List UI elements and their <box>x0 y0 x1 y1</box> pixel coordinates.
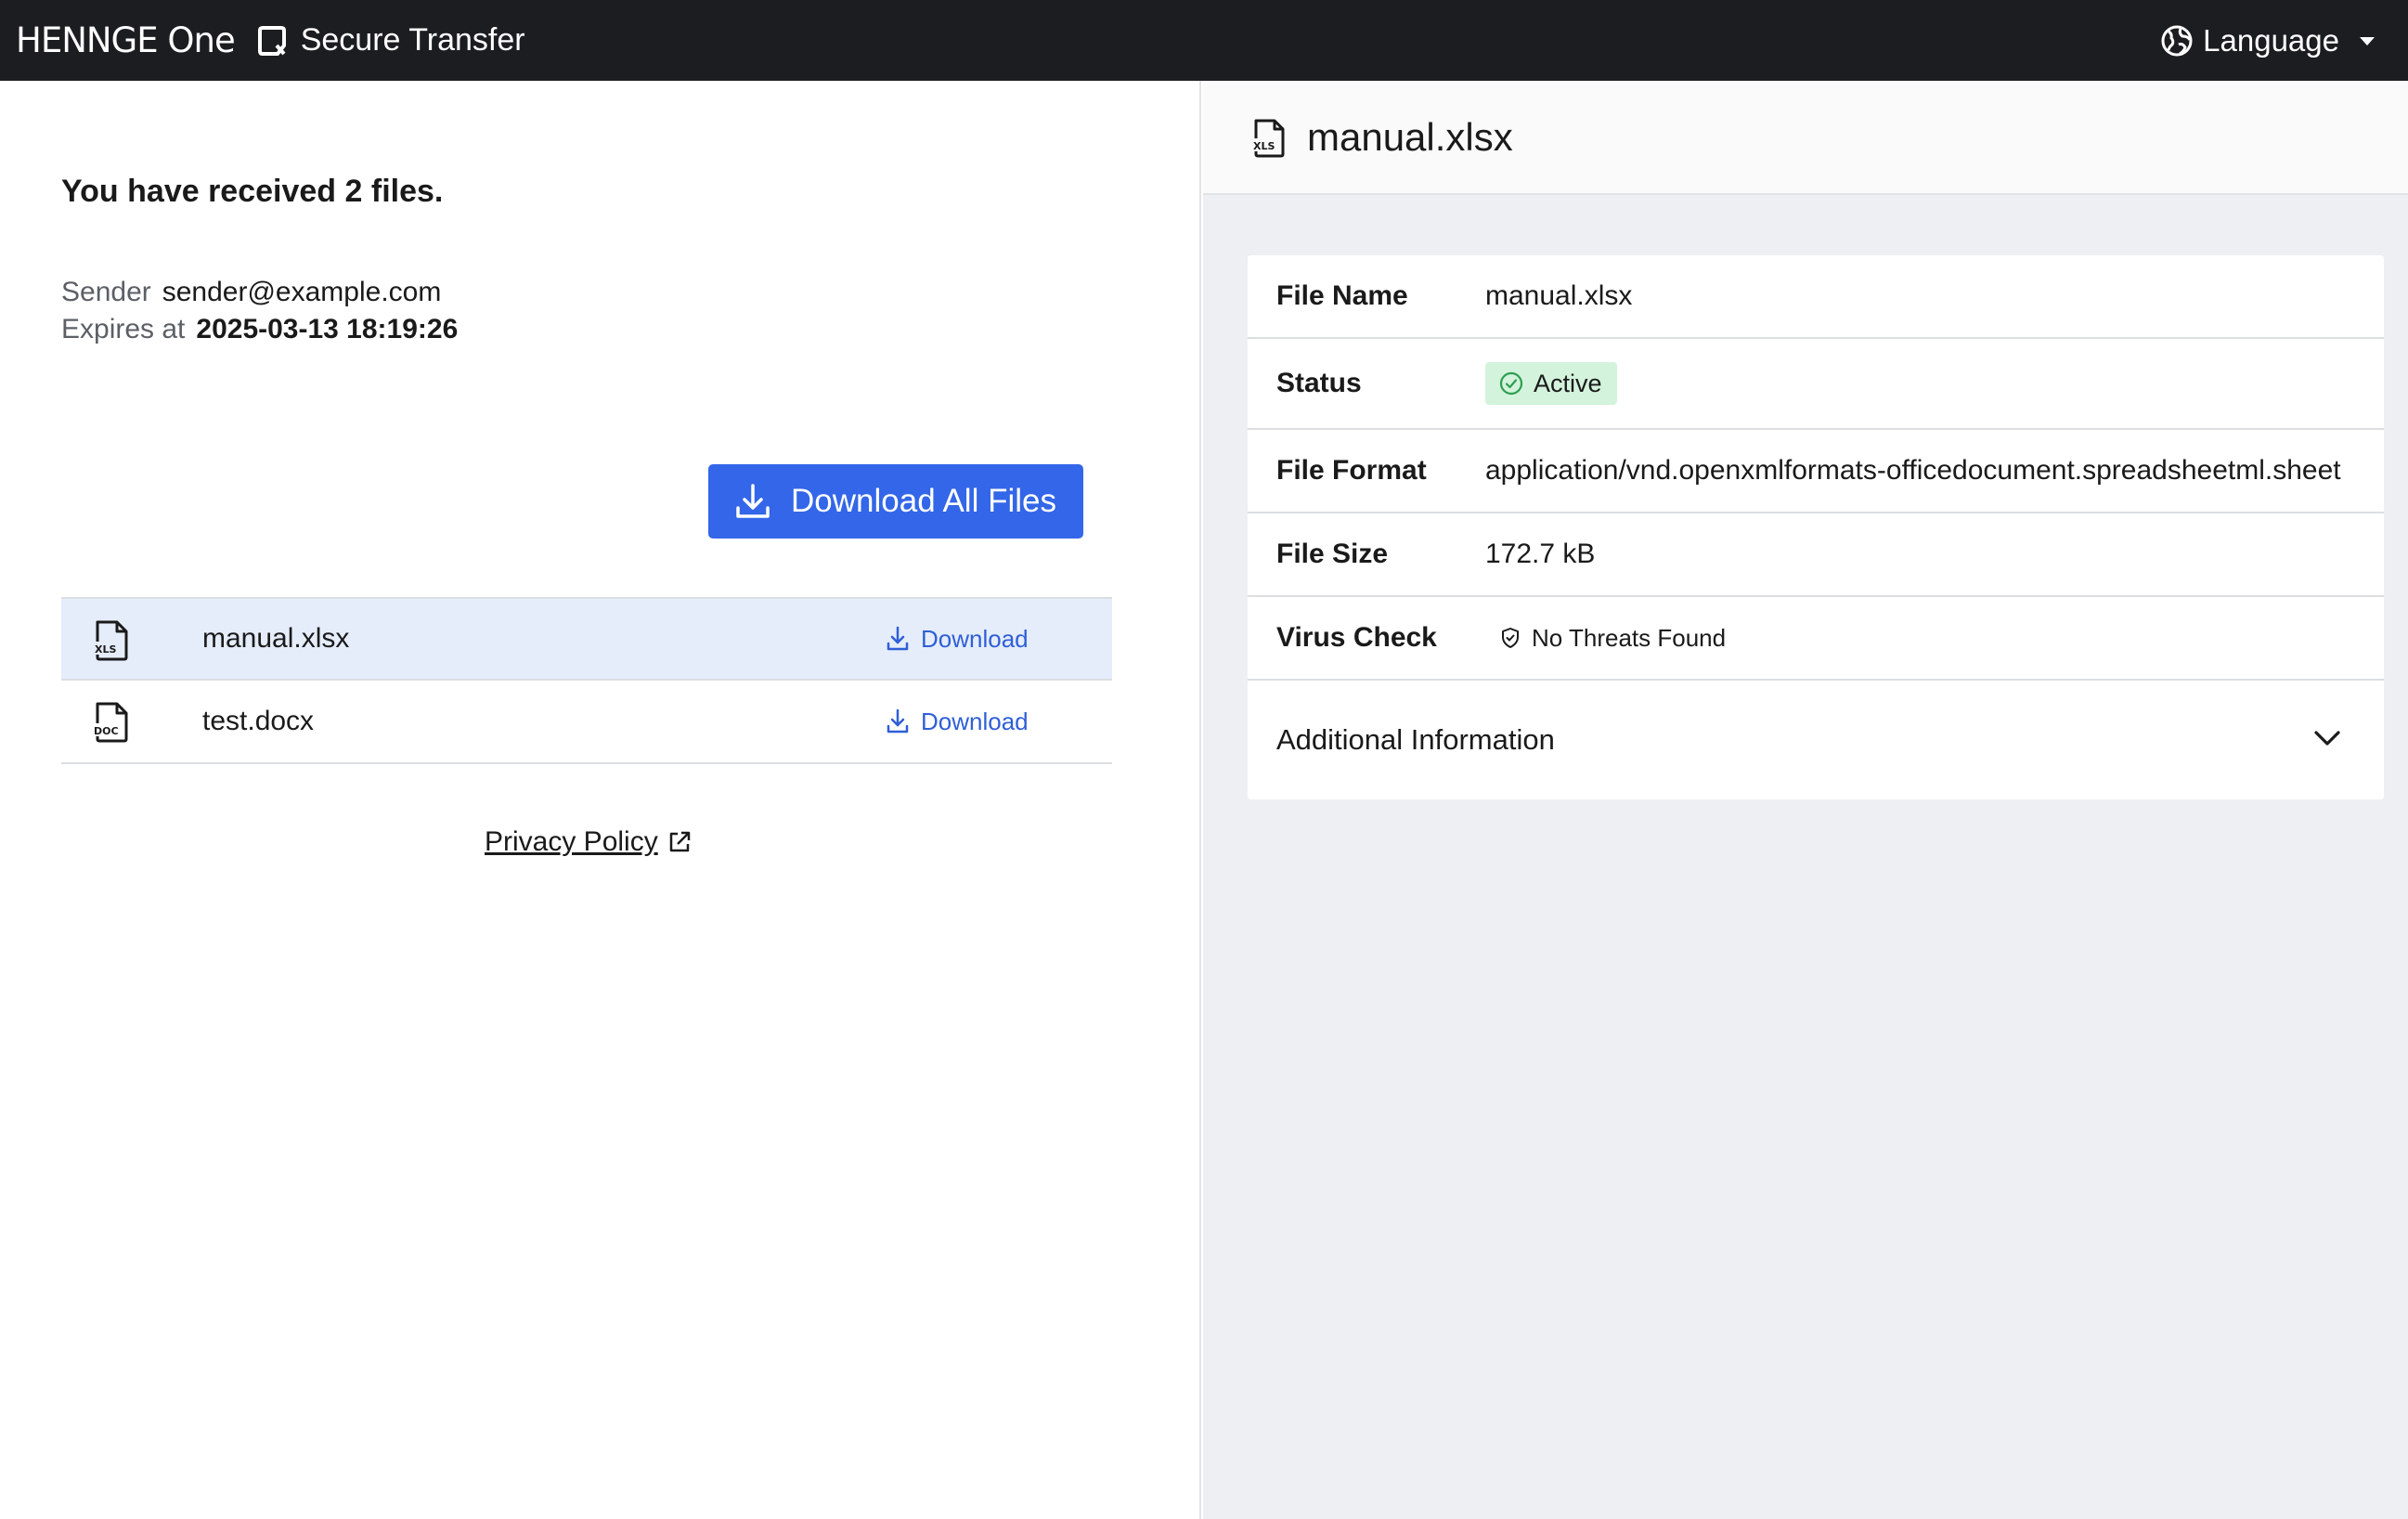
language-label: Language <box>2203 22 2339 58</box>
detail-header: XLS manual.xlsx <box>1203 81 2408 195</box>
expires-label: Expires at <box>61 314 186 344</box>
status-label: Status <box>1276 368 1362 398</box>
product-title: Secure Transfer <box>257 22 525 58</box>
download-icon <box>887 626 909 651</box>
download-link[interactable]: Download <box>886 708 1029 736</box>
expires-line: Expires at 2025-03-13 18:19:26 <box>61 311 458 348</box>
info-row-status: Status Active <box>1248 339 2384 430</box>
info-row-file-format: File Format application/vnd.openxmlforma… <box>1248 430 2384 513</box>
expires-value: 2025-03-13 18:19:26 <box>196 314 459 344</box>
additional-information-toggle[interactable]: Additional Information <box>1248 681 2384 799</box>
privacy-policy-label: Privacy Policy <box>485 826 658 857</box>
xls-file-icon: XLS <box>93 620 128 661</box>
chevron-down-icon[interactable] <box>2313 729 2341 747</box>
status-badge: Active <box>1485 362 1617 405</box>
download-label: Download <box>921 624 1029 653</box>
received-heading: You have received 2 files. <box>61 174 444 209</box>
product-name: Secure Transfer <box>300 22 525 58</box>
svg-text:DOC: DOC <box>94 725 119 737</box>
shield-check-icon <box>1502 628 1519 648</box>
file-size-value: 172.7 kB <box>1485 539 1596 569</box>
top-bar: HENNGE One Secure Transfer Language <box>0 0 2408 81</box>
info-row-virus-check: Virus Check No Threats Found <box>1248 597 2384 681</box>
status-value: Active <box>1534 369 1602 397</box>
check-circle-icon <box>1499 371 1523 396</box>
virus-check-value: No Threats Found <box>1532 623 1727 652</box>
virus-check-label: Virus Check <box>1276 622 1437 653</box>
file-info-card: File Name manual.xlsx Status Active File… <box>1248 255 2384 799</box>
caret-down-icon <box>2360 37 2375 45</box>
transfer-meta: Sender sender@example.com Expires at 2025-… <box>61 274 458 348</box>
file-name: manual.xlsx <box>202 623 350 654</box>
download-icon <box>887 708 909 734</box>
file-name-label: File Name <box>1276 280 1408 311</box>
file-detail-panel: XLS manual.xlsx File Name manual.xlsx St… <box>1203 81 2408 1519</box>
svg-text:XLS: XLS <box>1253 140 1275 152</box>
virus-check-result: No Threats Found <box>1500 624 1726 653</box>
secure-transfer-logo-icon <box>257 25 286 56</box>
svg-text:XLS: XLS <box>95 643 116 656</box>
sender-value: sender@example.com <box>162 277 442 307</box>
language-menu[interactable]: Language <box>2160 0 2375 81</box>
file-size-label: File Size <box>1276 539 1389 569</box>
info-row-file-name: File Name manual.xlsx <box>1248 255 2384 339</box>
info-row-file-size: File Size 172.7 kB <box>1248 513 2384 597</box>
doc-file-icon: DOC <box>93 702 128 743</box>
file-format-value: application/vnd.openxmlformats-officedoc… <box>1485 455 2341 486</box>
sender-line: Sender sender@example.com <box>61 274 458 311</box>
download-all-button[interactable]: Download All Files <box>708 464 1083 539</box>
detail-title: manual.xlsx <box>1307 114 1513 159</box>
file-list: XLS manual.xlsx Download DOC test.docx D… <box>61 597 1112 764</box>
privacy-policy-link[interactable]: Privacy Policy <box>485 826 692 858</box>
download-icon <box>736 484 770 518</box>
sender-label: Sender <box>61 277 151 307</box>
globe-icon <box>2161 25 2193 56</box>
download-all-label: Download All Files <box>791 483 1056 519</box>
file-format-label: File Format <box>1276 455 1427 486</box>
download-label: Download <box>921 707 1029 735</box>
file-name-value: manual.xlsx <box>1485 280 1633 311</box>
file-name: test.docx <box>202 706 315 736</box>
file-row-manual-xlsx[interactable]: XLS manual.xlsx Download <box>61 597 1112 681</box>
file-list-panel: You have received 2 files. Sender sender@… <box>0 81 1201 1519</box>
download-link[interactable]: Download <box>886 625 1029 654</box>
brand-logo[interactable]: HENNGE One <box>16 20 236 60</box>
additional-information-label: Additional Information <box>1276 723 1555 756</box>
external-link-icon <box>669 831 690 852</box>
file-row-test-docx[interactable]: DOC test.docx Download <box>61 681 1112 764</box>
xls-file-icon: XLS <box>1251 119 1285 158</box>
